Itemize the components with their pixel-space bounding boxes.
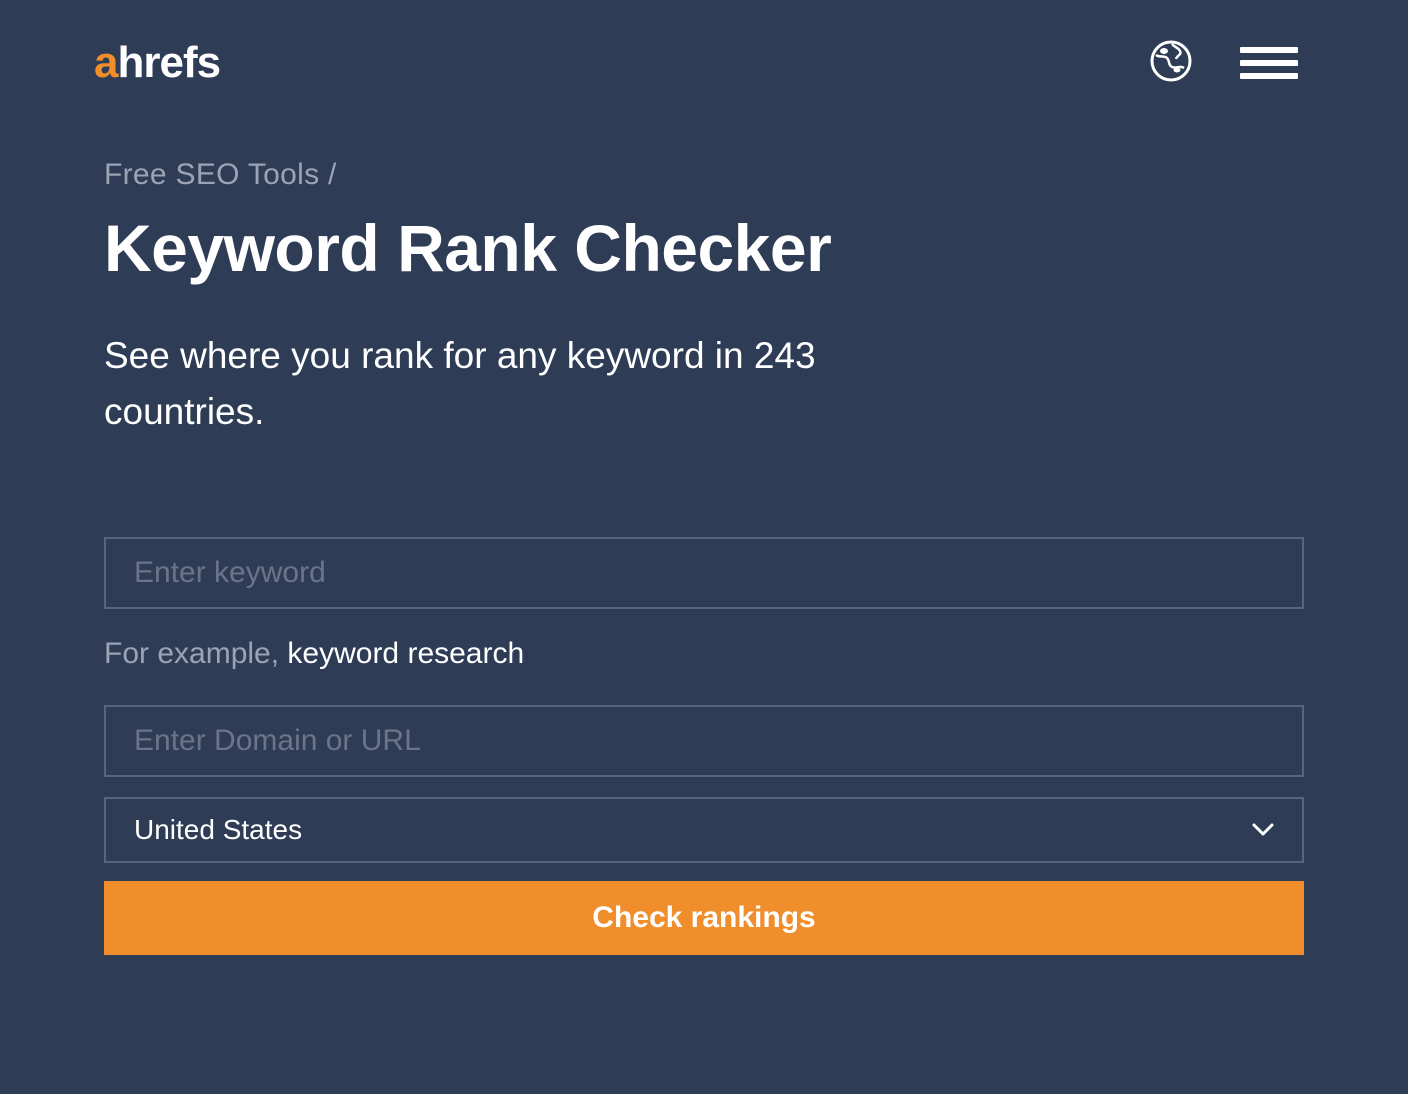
example-value[interactable]: keyword research bbox=[287, 637, 524, 670]
logo-rest: hrefs bbox=[117, 38, 220, 87]
country-select[interactable]: United States bbox=[104, 797, 1304, 863]
header-right bbox=[1150, 40, 1298, 87]
page-subtitle: See where you rank for any keyword in 24… bbox=[104, 328, 924, 439]
content: Free SEO Tools / Keyword Rank Checker Se… bbox=[90, 158, 1318, 955]
breadcrumb[interactable]: Free SEO Tools / bbox=[104, 158, 1304, 192]
example-text: For example, keyword research bbox=[104, 637, 1304, 671]
country-selected-value: United States bbox=[134, 814, 1252, 846]
header: ahrefs bbox=[90, 38, 1318, 88]
logo[interactable]: ahrefs bbox=[94, 38, 220, 88]
hamburger-menu-icon[interactable] bbox=[1240, 47, 1298, 79]
check-rankings-button[interactable]: Check rankings bbox=[104, 881, 1304, 955]
globe-icon[interactable] bbox=[1150, 40, 1192, 87]
example-prefix: For example, bbox=[104, 637, 287, 670]
keyword-input[interactable] bbox=[104, 537, 1304, 609]
domain-input[interactable] bbox=[104, 705, 1304, 777]
logo-letter-a: a bbox=[94, 38, 117, 87]
chevron-down-icon bbox=[1252, 823, 1274, 837]
page-title: Keyword Rank Checker bbox=[104, 210, 1304, 286]
